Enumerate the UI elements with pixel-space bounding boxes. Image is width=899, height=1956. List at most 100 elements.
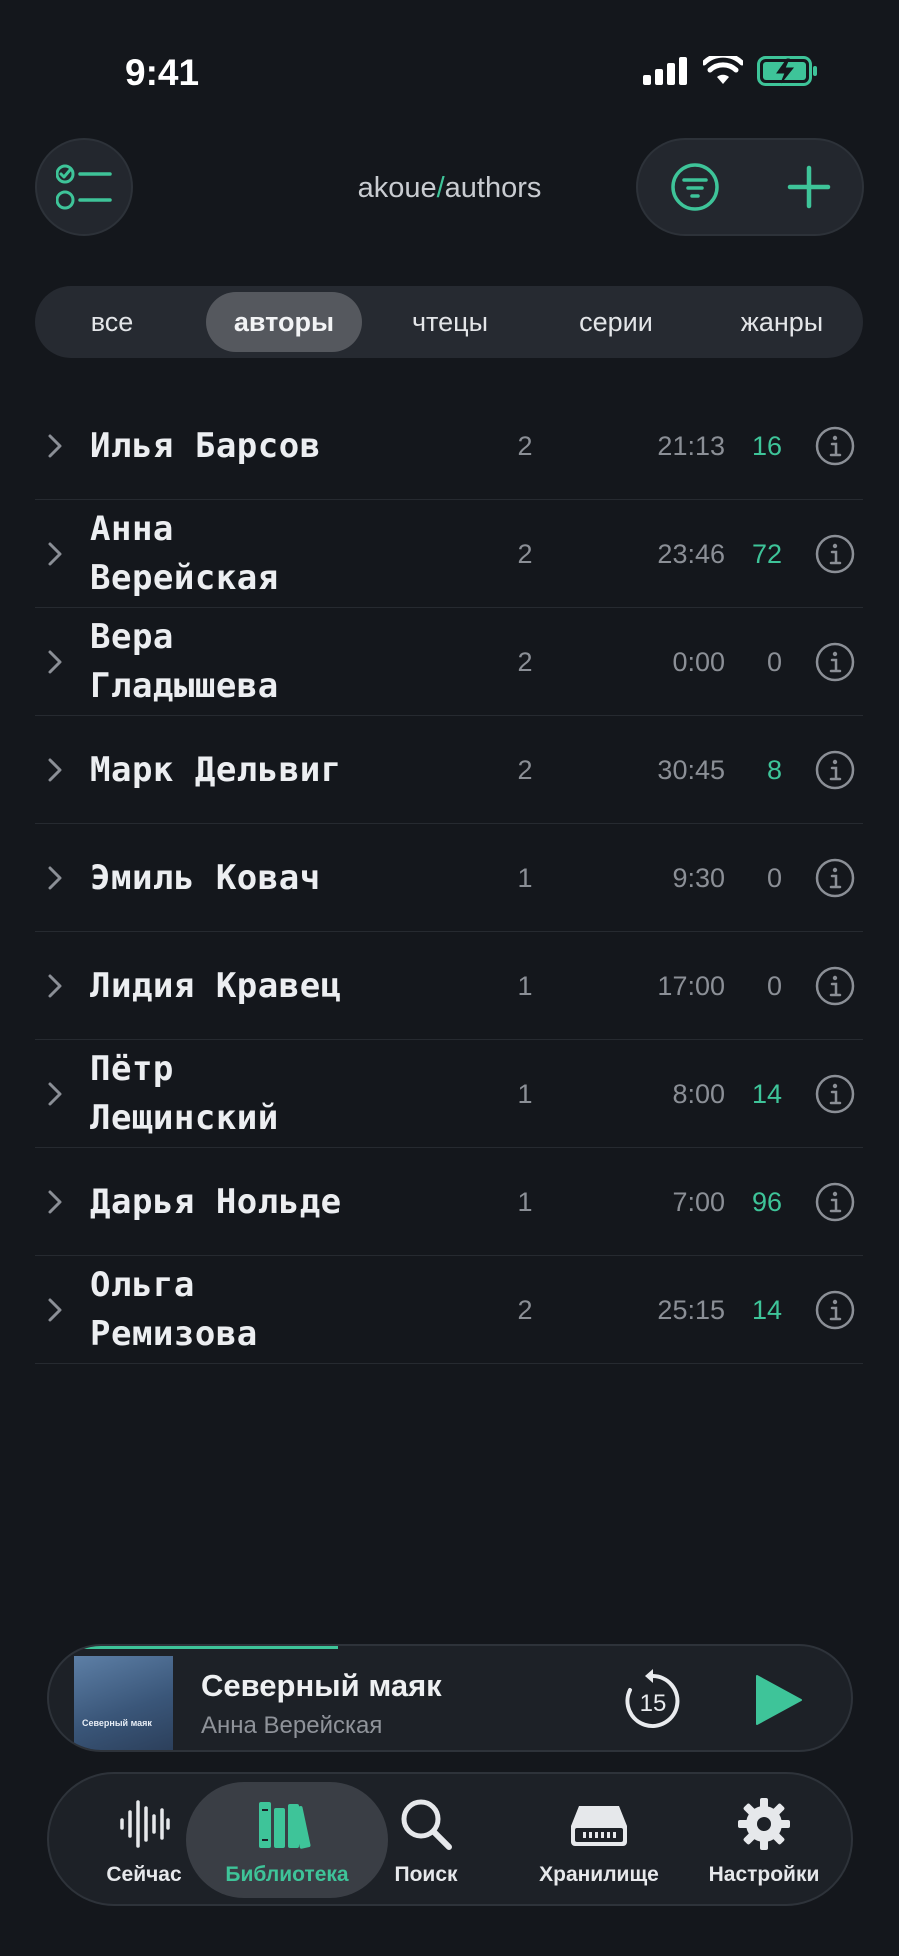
book-count: 2: [517, 430, 533, 461]
total-duration: 0:00: [672, 646, 725, 677]
progress-percent: 0: [766, 646, 782, 677]
add-button[interactable]: [752, 140, 866, 234]
chevron-right-icon[interactable]: [41, 862, 69, 894]
total-duration: 8:00: [672, 1078, 725, 1109]
chevron-right-icon[interactable]: [41, 970, 69, 1002]
info-icon[interactable]: [815, 534, 855, 574]
total-duration: 9:30: [672, 862, 725, 893]
author-name-line1: Пётр: [90, 1049, 174, 1089]
chevron-right-icon[interactable]: [41, 646, 69, 678]
rewind-15-icon[interactable]: 15: [621, 1668, 685, 1732]
header: akoue/authors: [0, 138, 899, 238]
path-prefix: akoue: [357, 172, 437, 204]
segment-genres[interactable]: жанры: [704, 292, 860, 352]
author-row[interactable]: Эмиль Ковач 1 9:30 0: [35, 824, 863, 932]
chevron-right-icon[interactable]: [41, 430, 69, 462]
segment-series[interactable]: серии: [538, 292, 694, 352]
status-time: 9:41: [125, 52, 200, 93]
info-icon[interactable]: [815, 858, 855, 898]
progress-percent: 96: [751, 1186, 782, 1217]
chevron-right-icon[interactable]: [41, 1294, 69, 1326]
progress-percent: 16: [751, 430, 782, 461]
tab-label: Хранилище: [539, 1863, 659, 1886]
status-bar: 9:41: [0, 0, 899, 120]
authors-list: Илья Барсов 2 21:13 16 Анна Верейская 2 2…: [35, 392, 863, 1364]
book-count: 2: [517, 754, 533, 785]
author-name: Анна Верейская: [90, 500, 470, 608]
author-name: Вера Гладышева: [90, 608, 470, 716]
author-row[interactable]: Марк Дельвиг 2 30:45 8: [35, 716, 863, 824]
chevron-right-icon[interactable]: [41, 1078, 69, 1110]
tab-settings[interactable]: Настройки: [684, 1774, 844, 1904]
mini-player[interactable]: Северный маяк Северный маяк Анна Верейск…: [47, 1644, 853, 1752]
info-icon[interactable]: [815, 966, 855, 1006]
filter-button[interactable]: [638, 140, 752, 234]
battery-charging-icon: [757, 56, 817, 86]
book-count: 2: [517, 1294, 533, 1325]
wifi-icon: [703, 56, 743, 84]
total-duration: 30:45: [657, 754, 725, 785]
gear-icon: [738, 1798, 790, 1850]
total-duration: 7:00: [672, 1186, 725, 1217]
cover-title: Северный маяк: [82, 1718, 152, 1728]
author-row[interactable]: Вера Гладышева 2 0:00 0: [35, 608, 863, 716]
tab-bar: Сейчас Библиотека Поиск Хранилище Настро…: [47, 1772, 853, 1906]
segment-all[interactable]: все: [43, 292, 181, 352]
category-segmented-control: все авторы чтецы серии жанры: [35, 286, 863, 358]
search-icon: [401, 1799, 452, 1850]
author-name-line1: Лидия Кравец: [90, 965, 342, 1006]
book-count: 1: [517, 862, 533, 893]
now-playing-title: Северный маяк: [201, 1668, 442, 1703]
author-name-line2: Лещинский: [90, 1098, 279, 1138]
author-name-line1: Эмиль Ковач: [90, 857, 321, 898]
total-duration: 17:00: [657, 970, 725, 1001]
author-name: Ольга Ремизова: [90, 1256, 470, 1364]
chevron-right-icon[interactable]: [41, 754, 69, 786]
info-icon[interactable]: [815, 1074, 855, 1114]
path-separator: /: [436, 172, 445, 204]
author-row[interactable]: Пётр Лещинский 1 8:00 14: [35, 1040, 863, 1148]
segment-authors[interactable]: авторы: [206, 292, 362, 352]
author-row[interactable]: Ольга Ремизова 2 25:15 14: [35, 1256, 863, 1364]
author-name-line1: Илья Барсов: [90, 425, 321, 466]
info-icon[interactable]: [815, 1290, 855, 1330]
album-cover[interactable]: Северный маяк: [74, 1656, 173, 1750]
total-duration: 23:46: [657, 538, 725, 569]
chevron-right-icon[interactable]: [41, 538, 69, 570]
book-count: 2: [517, 646, 533, 677]
total-duration: 25:15: [657, 1294, 725, 1325]
author-name-line1: Вера: [90, 617, 174, 657]
info-icon[interactable]: [815, 642, 855, 682]
progress-percent: 0: [766, 862, 782, 893]
author-name-line1: Анна: [90, 509, 174, 549]
book-count: 1: [517, 970, 533, 1001]
author-row[interactable]: Анна Верейская 2 23:46 72: [35, 500, 863, 608]
author-name: Марк Дельвиг: [90, 716, 470, 824]
tab-storage[interactable]: Хранилище: [509, 1774, 689, 1904]
books-icon: [259, 1802, 311, 1849]
rewind-seconds: 15: [640, 1690, 667, 1717]
progress-percent: 14: [751, 1078, 782, 1109]
author-row[interactable]: Дарья Нольде 1 7:00 96: [35, 1148, 863, 1256]
progress-percent: 72: [751, 538, 782, 569]
author-name: Пётр Лещинский: [90, 1040, 470, 1148]
tab-search[interactable]: Поиск: [356, 1774, 496, 1904]
book-count: 1: [517, 1078, 533, 1109]
progress-percent: 14: [751, 1294, 782, 1325]
signal-icon: [643, 57, 687, 85]
info-icon[interactable]: [815, 1182, 855, 1222]
author-row[interactable]: Лидия Кравец 1 17:00 0: [35, 932, 863, 1040]
filter-icon: [671, 163, 719, 211]
author-name: Лидия Кравец: [90, 932, 470, 1040]
author-name-line1: Дарья Нольде: [90, 1181, 342, 1222]
author-name-line2: Ремизова: [90, 1314, 258, 1354]
tab-label: Поиск: [394, 1863, 458, 1886]
info-icon[interactable]: [815, 426, 855, 466]
chevron-right-icon[interactable]: [41, 1186, 69, 1218]
header-actions: [636, 138, 864, 236]
tab-label: Настройки: [708, 1863, 820, 1886]
play-icon[interactable]: [749, 1672, 805, 1728]
segment-narrators[interactable]: чтецы: [372, 292, 528, 352]
author-row[interactable]: Илья Барсов 2 21:13 16: [35, 392, 863, 500]
info-icon[interactable]: [815, 750, 855, 790]
